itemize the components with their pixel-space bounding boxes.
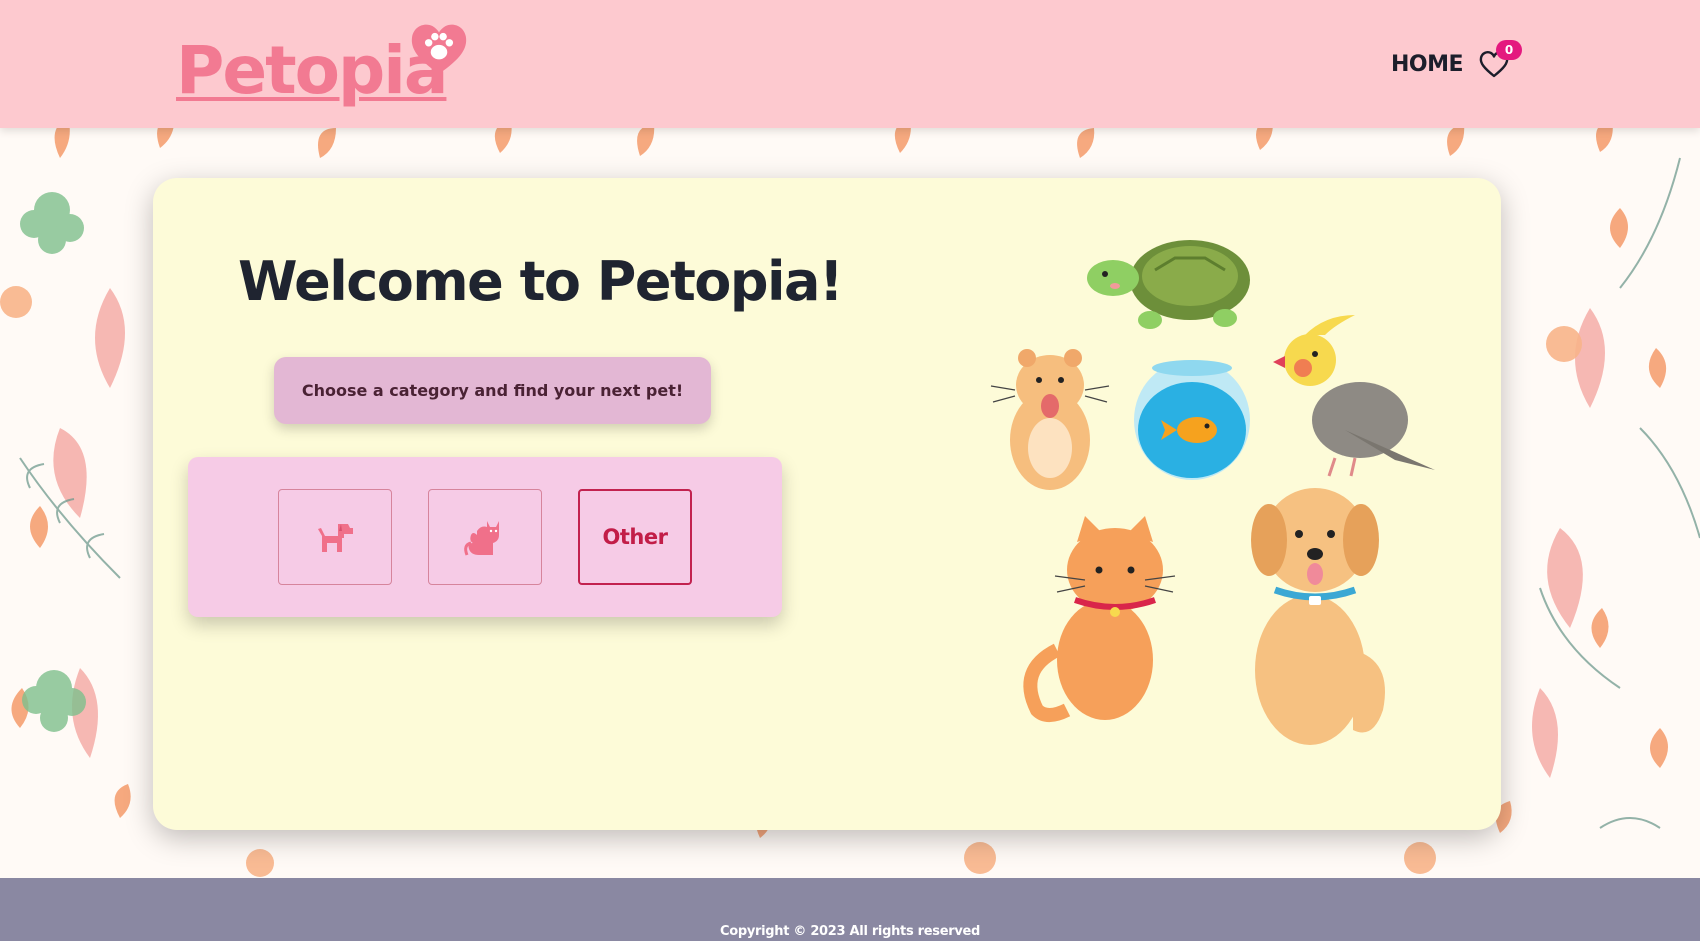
dog-illustration xyxy=(1251,488,1385,745)
favorites-count-badge: 0 xyxy=(1496,40,1522,60)
heart-paw-icon xyxy=(411,24,467,74)
subtitle-box: Choose a category and find your next pet… xyxy=(274,357,711,424)
hamster-illustration xyxy=(990,349,1110,490)
site-header: Petopia HOME 0 xyxy=(0,0,1700,128)
site-footer: Copyright © 2023 All rights reserved xyxy=(0,878,1700,941)
category-panel: Other xyxy=(188,457,782,617)
turtle-illustration xyxy=(1087,240,1250,329)
welcome-title: Welcome to Petopia! xyxy=(238,250,844,313)
category-dog-button[interactable] xyxy=(278,489,392,585)
category-cat-button[interactable] xyxy=(428,489,542,585)
other-label: Other xyxy=(602,525,668,549)
cat-icon xyxy=(464,521,499,556)
logo-text[interactable]: Petopia xyxy=(176,38,448,104)
cockatiel-illustration xyxy=(1273,315,1435,477)
pets-illustration xyxy=(990,240,1435,745)
logo[interactable]: Petopia xyxy=(176,14,467,104)
subtitle-text: Choose a category and find your next pet… xyxy=(301,381,684,400)
dog-icon xyxy=(318,524,353,552)
cat-illustration xyxy=(1023,516,1176,722)
fishbowl-illustration xyxy=(1134,360,1250,480)
category-other-button[interactable]: Other xyxy=(578,489,692,585)
nav-home-link[interactable]: HOME xyxy=(1391,52,1464,77)
copyright-text: Copyright © 2023 All rights reserved xyxy=(719,924,981,939)
